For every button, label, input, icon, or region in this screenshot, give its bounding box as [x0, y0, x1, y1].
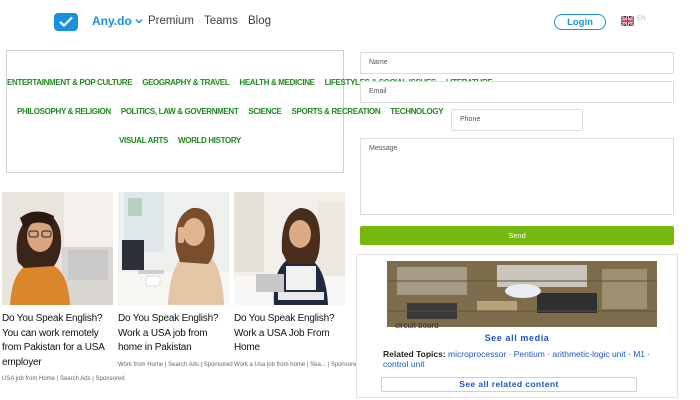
phone-field[interactable]: Phone [451, 109, 583, 131]
top-nav: Any.do Premium Teams Blog Login EN [0, 0, 700, 45]
related-topics: Related Topics: microprocessor · Pentium… [383, 349, 658, 370]
brand-name: Any.do [92, 14, 132, 28]
article-tag: Search Ads [59, 376, 91, 382]
article-title[interactable]: Do You Speak English? Work a USA job fro… [118, 312, 229, 356]
article-source[interactable]: Work a Usa job from home [234, 362, 305, 368]
see-all-related-button[interactable]: See all related content [381, 377, 637, 392]
category-line-2: · PHILOSOPHY & RELIGION · POLITICS, LAW & G… [11, 107, 444, 116]
category-link[interactable]: POLITICS, LAW & GOVERNMENT [121, 107, 239, 116]
nav-link-blog[interactable]: Blog [248, 15, 271, 27]
article-card[interactable]: Do You Speak English? You can work remot… [2, 192, 125, 382]
language-label[interactable]: EN [637, 16, 645, 22]
check-badge-icon[interactable] [54, 13, 78, 31]
nav-link-teams[interactable]: Teams [204, 15, 238, 27]
category-link[interactable]: SCIENCE [248, 107, 281, 116]
category-link[interactable]: HEALTH & MEDICINE [239, 78, 315, 87]
message-field[interactable]: Message [360, 138, 674, 215]
article-title[interactable]: Do You Speak English? You can work remot… [2, 312, 113, 370]
article-tag: Search Ads [168, 361, 199, 368]
category-link[interactable]: GEOGRAPHY & TRAVEL [142, 78, 230, 87]
category-link[interactable]: ENTERTAINMENT & POP CULTURE [7, 78, 133, 87]
category-line-1: ENTERTAINMENT & POP CULTURE · GEOGRAPHY & … [7, 78, 493, 87]
article-source[interactable]: USA job from Home [2, 376, 55, 382]
uk-flag-icon[interactable] [621, 16, 634, 26]
name-field[interactable]: Name [360, 52, 674, 74]
article-meta: Work from Home | Search Ads | Sponsored [118, 361, 233, 368]
category-link[interactable]: PHILOSOPHY & RELIGION [17, 107, 111, 116]
media-panel: circuit board See all media Related Topi… [356, 254, 678, 398]
article-card[interactable]: Do You Speak English? Work a USA job fro… [118, 192, 233, 368]
brand-menu[interactable]: Any.do [92, 14, 143, 28]
category-link[interactable]: VISUAL ARTS [119, 136, 168, 145]
send-button[interactable]: Send [360, 226, 674, 245]
article-image[interactable] [234, 192, 345, 305]
circuit-board-image[interactable] [387, 261, 657, 327]
article-meta: Work a Usa job from home | Sea... | Spon… [234, 361, 360, 368]
article-card[interactable]: Do You Speak English? Work a USA Job Fro… [234, 192, 360, 368]
email-field[interactable]: Email [360, 81, 674, 103]
category-link[interactable]: WORLD HISTORY [178, 136, 241, 145]
article-meta: USA job from Home | Search Ads | Sponsor… [2, 376, 125, 382]
chevron-down-icon [135, 19, 143, 24]
login-button[interactable]: Login [554, 14, 606, 30]
nav-link-premium[interactable]: Premium [148, 15, 194, 27]
media-caption: circuit board [395, 321, 439, 330]
article-title[interactable]: Do You Speak English? Work a USA Job Fro… [234, 312, 345, 356]
article-image[interactable] [118, 192, 229, 305]
category-line-3: · VISUAL ARTS · WORLD HISTORY [112, 136, 242, 145]
sponsored-label: Sponsored [95, 376, 125, 382]
related-topics-label: Related Topics: [383, 349, 446, 359]
category-box: ENTERTAINMENT & POP CULTURE · GEOGRAPHY & … [6, 50, 493, 173]
category-link[interactable]: TECHNOLOGY [390, 107, 443, 116]
article-image[interactable] [2, 192, 113, 305]
article-source[interactable]: Work from Home [118, 362, 163, 368]
see-all-media-link[interactable]: See all media [357, 333, 677, 343]
article-tag: Sea... [310, 361, 326, 368]
sponsored-label: Sponsored [203, 361, 233, 368]
category-link[interactable]: SPORTS & RECREATION [292, 107, 381, 116]
